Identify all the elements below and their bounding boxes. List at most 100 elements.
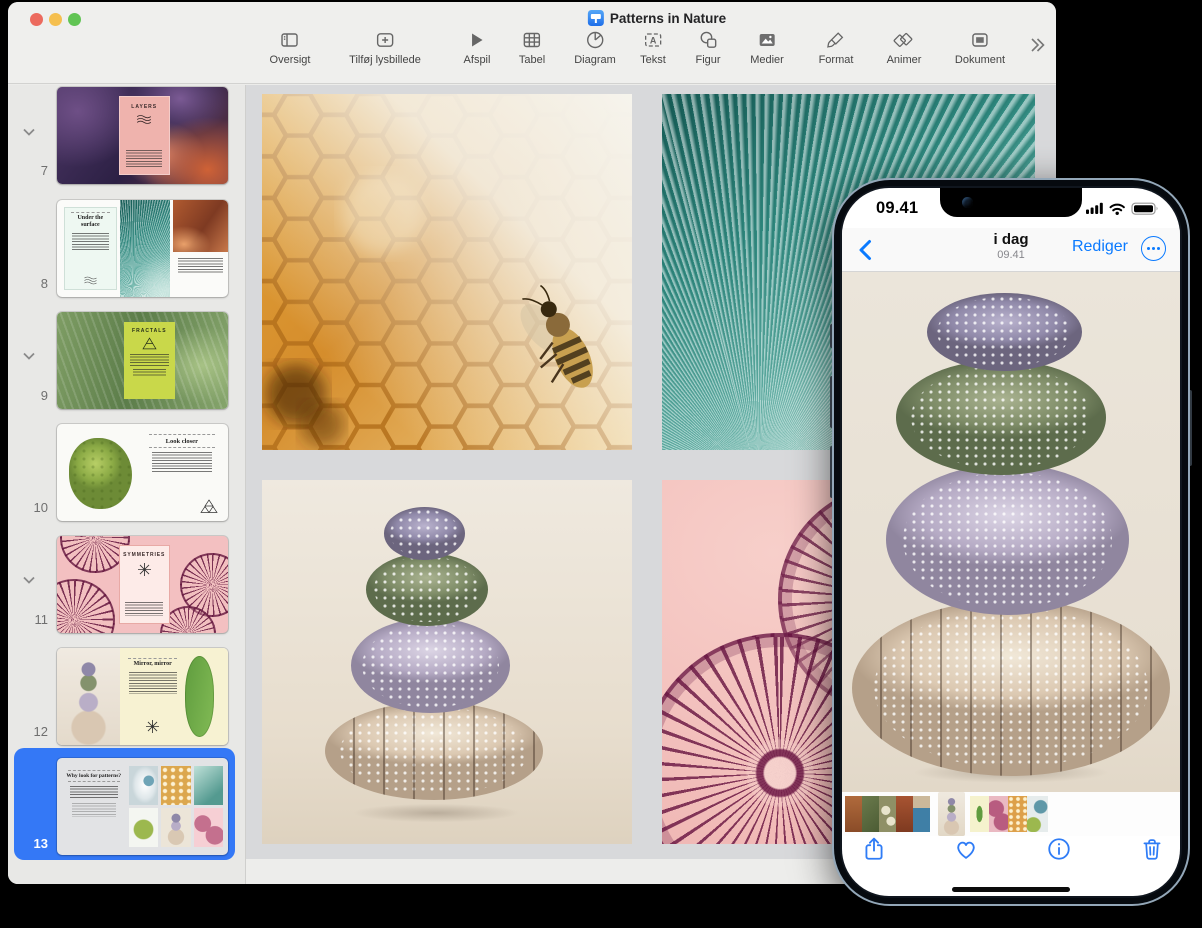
toolbar-play[interactable]: Afspil (464, 30, 491, 66)
photo-view[interactable] (842, 272, 1180, 792)
battery-icon (1132, 203, 1158, 214)
thumbnail-photo[interactable] (845, 796, 862, 832)
toolbar-label: Animer (887, 54, 922, 66)
slide-number: 11 (10, 612, 48, 627)
toolbar-shape[interactable]: Figur (695, 30, 720, 66)
close-button[interactable] (30, 13, 43, 26)
leaf-photo (185, 656, 214, 737)
nav-subtitle: 09.41 (993, 249, 1028, 261)
slide-thumbnail-8[interactable]: Under the surface (57, 200, 228, 297)
nav-title-group: i dag 09.41 (993, 231, 1028, 261)
thumbnail-photo[interactable] (1008, 796, 1027, 832)
toolbar-label: Tilføj lysbillede (349, 54, 421, 66)
group-chevron-slide-7[interactable] (21, 125, 37, 139)
asterisk-icon (138, 563, 151, 576)
edit-button[interactable]: Rediger (1072, 238, 1128, 256)
toolbar-add-slide[interactable]: Tilføj lysbillede (349, 30, 421, 66)
toolbar-label: Dokument (955, 54, 1005, 66)
group-chevron-slide-11[interactable] (21, 573, 37, 587)
toolbar-oversigt[interactable]: Oversigt (270, 30, 311, 66)
honeycomb-bee-photo[interactable] (262, 94, 632, 450)
waves-icon (136, 114, 152, 125)
thumbnail-photo[interactable] (896, 796, 913, 832)
urchin-lavender (351, 618, 510, 713)
group-chevron-slide-9[interactable] (21, 349, 37, 363)
share-button[interactable] (861, 836, 887, 862)
sea-urchins-photo[interactable] (262, 480, 632, 844)
card-quote-text (72, 803, 116, 817)
zoom-button[interactable] (68, 13, 81, 26)
toolbar-label: Tabel (519, 54, 545, 66)
window-title: Patterns in Nature (588, 10, 726, 26)
slide-thumbnail-13[interactable]: Why look for patterns? (57, 758, 228, 855)
format-brush-icon (826, 30, 846, 50)
honeycomb-tile (161, 766, 190, 805)
card-body-text (129, 672, 177, 694)
more-button[interactable] (1141, 236, 1166, 261)
slide-thumbnail-9[interactable]: FRACTALS (57, 312, 228, 409)
svg-text:A: A (650, 35, 657, 45)
urchin-purple (927, 293, 1082, 371)
pink-slices-tile (194, 808, 223, 847)
toolbar-table[interactable]: Tabel (519, 30, 545, 66)
photos-nav-bar: i dag 09.41 Rediger (842, 228, 1180, 272)
thumbnail-photo[interactable] (989, 796, 1008, 832)
romanesco-photo (69, 438, 132, 510)
delete-button[interactable] (1139, 836, 1165, 862)
canyon-photo (173, 200, 228, 252)
minimize-button[interactable] (49, 13, 62, 26)
urchin-lavender (886, 464, 1129, 615)
honeycomb-art (262, 94, 632, 450)
thumbnail-photo[interactable] (913, 796, 930, 832)
chevron-double-right-icon (1027, 41, 1047, 58)
cellular-signal-icon (1086, 203, 1103, 214)
slide-thumbnail-10[interactable]: Look closer (57, 424, 228, 521)
photo-thumbnail-strip (842, 792, 1180, 836)
urchin-green (366, 553, 488, 626)
slide-number: 7 (10, 163, 48, 178)
toolbar-chart[interactable]: Diagram (574, 30, 616, 66)
play-icon (467, 30, 487, 50)
toolbar-overflow-button[interactable] (1027, 36, 1047, 59)
favorite-button[interactable] (953, 836, 979, 862)
toolbar-label: Afspil (464, 54, 491, 66)
thumbnail-current-photo[interactable] (938, 792, 965, 836)
urchin-cream (852, 600, 1170, 777)
slide-thumbnail-12[interactable]: Mirror, mirror (57, 648, 228, 745)
slide-thumbnail-11[interactable]: SYMMETRIES (57, 536, 228, 633)
card-title: Under the surface (68, 215, 113, 229)
thumbnail-photo[interactable] (970, 796, 989, 832)
table-icon (522, 30, 542, 50)
info-button[interactable] (1046, 836, 1072, 862)
urchin-purple (384, 507, 465, 560)
notch (940, 188, 1082, 217)
under-surface-card: Under the surface (64, 207, 117, 290)
card-body-text (125, 602, 162, 616)
iphone: 09.41 (832, 178, 1190, 906)
thumbnail-photo[interactable] (1027, 796, 1048, 832)
status-time: 09.41 (876, 199, 918, 218)
toolbar-animate[interactable]: Animer (887, 30, 922, 66)
thumbnail-photo[interactable] (879, 796, 896, 832)
toolbar-media[interactable]: Medier (750, 30, 784, 66)
toolbar-format[interactable]: Format (819, 30, 854, 66)
urchins-tile (161, 808, 190, 847)
back-button[interactable] (858, 239, 872, 266)
asterisk-icon (146, 720, 159, 733)
slide-number: 8 (10, 276, 48, 291)
diatom-wheel (57, 579, 115, 633)
home-indicator[interactable] (952, 887, 1070, 892)
slide-thumbnail-7[interactable]: LAYERS (57, 87, 228, 184)
layers-card: LAYERS (119, 96, 170, 176)
nautilus-tile (129, 766, 158, 805)
slide-number: 9 (10, 388, 48, 403)
toolbar-label: Diagram (574, 54, 616, 66)
toolbar-text[interactable]: A Tekst (640, 30, 666, 66)
heart-icon (953, 836, 979, 862)
status-icons (1086, 201, 1160, 221)
toolbar-document[interactable]: Dokument (955, 30, 1005, 66)
fractals-card: FRACTALS (124, 322, 175, 400)
thumbnail-photo[interactable] (862, 796, 879, 832)
card-title: Look closer (166, 438, 198, 445)
card-quote-text (133, 369, 166, 377)
